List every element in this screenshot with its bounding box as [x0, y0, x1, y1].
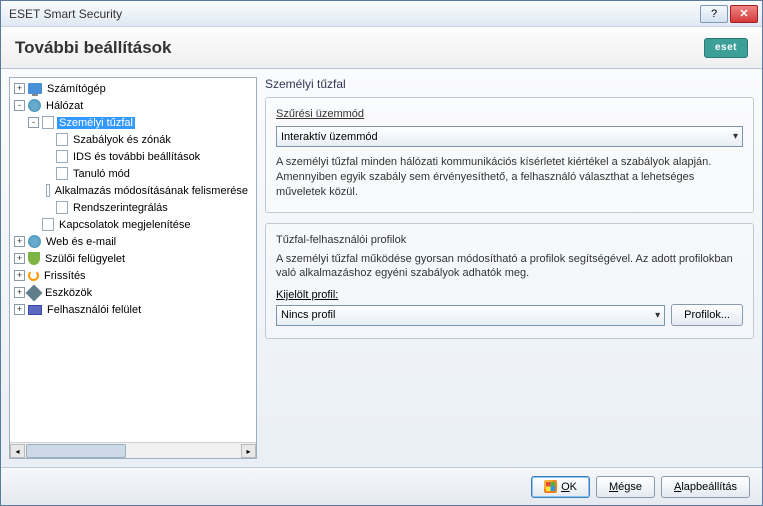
tree-item-label: Alkalmazás módosításának felismerése — [53, 185, 250, 197]
titlebar-buttons: ? ✕ — [700, 5, 758, 23]
tree-spacer — [42, 134, 53, 145]
tree-spacer — [42, 185, 43, 196]
filter-legend: Szűrési üzemmód — [276, 108, 743, 120]
expand-icon[interactable]: + — [14, 236, 25, 247]
tree-item-1[interactable]: - Hálózat — [12, 97, 254, 114]
tree-item-label: Hálózat — [44, 100, 85, 112]
content: +Számítógép-Hálózat-Személyi tűzfalSzabá… — [1, 69, 762, 467]
header: További beállítások eset — [1, 27, 762, 69]
refresh-icon — [28, 270, 39, 281]
close-icon: ✕ — [739, 7, 748, 20]
page-icon — [56, 133, 68, 146]
page-icon — [56, 150, 68, 163]
filter-description: A személyi tűzfal minden hálózati kommun… — [276, 155, 743, 200]
tree-item-5[interactable]: Tanuló mód — [12, 165, 254, 182]
page-title: További beállítások — [15, 38, 172, 58]
tree-spacer — [42, 202, 53, 213]
tree-item-4[interactable]: IDS és további beállítások — [12, 148, 254, 165]
profiles-button-label: Profilok... — [684, 309, 730, 321]
tree-spacer — [42, 168, 53, 179]
page-icon — [42, 218, 54, 231]
tree-item-label: Személyi tűzfal — [57, 117, 135, 129]
tree-item-label: Kapcsolatok megjelenítése — [57, 219, 192, 231]
selected-profile-label: Kijelölt profil: — [276, 289, 743, 301]
tree-item-10[interactable]: + Szülői felügyelet — [12, 250, 254, 267]
app-window: ESET Smart Security ? ✕ További beállítá… — [0, 0, 763, 506]
expand-icon[interactable]: + — [14, 287, 25, 298]
titlebar: ESET Smart Security ? ✕ — [1, 1, 762, 27]
tree-item-label: Eszközök — [43, 287, 94, 299]
expand-icon[interactable]: + — [14, 304, 25, 315]
tree-item-8[interactable]: Kapcsolatok megjelenítése — [12, 216, 254, 233]
filter-mode-select[interactable]: Interaktív üzemmód — [276, 126, 743, 147]
tree-item-12[interactable]: + Eszközök — [12, 284, 254, 301]
tree-item-label: Web és e-mail — [44, 236, 118, 248]
eset-logo: eset — [704, 38, 748, 58]
scroll-left-icon[interactable]: ◂ — [10, 444, 25, 458]
monitor-icon — [28, 83, 42, 94]
collapse-icon[interactable]: - — [28, 117, 39, 128]
tree-item-0[interactable]: + Számítógép — [12, 80, 254, 97]
tree-panel: +Számítógép-Hálózat-Személyi tűzfalSzabá… — [9, 77, 257, 459]
shield-icon — [544, 480, 557, 493]
collapse-icon[interactable]: - — [14, 100, 25, 111]
tree-item-2[interactable]: - Személyi tűzfal — [12, 114, 254, 131]
expand-icon[interactable]: + — [14, 253, 25, 264]
profiles-button[interactable]: Profilok... — [671, 304, 743, 326]
page-icon — [46, 184, 49, 197]
scroll-thumb[interactable] — [26, 444, 126, 458]
page-icon — [56, 201, 68, 214]
profile-select[interactable]: Nincs profil — [276, 305, 665, 326]
page-icon — [56, 167, 68, 180]
tree-item-6[interactable]: Alkalmazás módosításának felismerése — [12, 182, 254, 199]
tree-item-7[interactable]: Rendszerintegrálás — [12, 199, 254, 216]
ok-button[interactable]: OOKK — [531, 476, 590, 498]
shield-icon — [28, 252, 40, 265]
cancel-label: MégseMégse — [609, 481, 642, 493]
globe-icon — [28, 99, 41, 112]
tree-item-label: Tanuló mód — [71, 168, 132, 180]
tree-item-3[interactable]: Szabályok és zónák — [12, 131, 254, 148]
tree-spacer — [28, 219, 39, 230]
footer: OOKK MégseMégse AlapbeállításAlapbeállít… — [1, 467, 762, 505]
tree-item-13[interactable]: + Felhasználói felület — [12, 301, 254, 318]
profile-value: Nincs profil — [281, 309, 335, 321]
default-label: AlapbeállításAlapbeállítás — [674, 481, 737, 493]
scroll-right-icon[interactable]: ▸ — [241, 444, 256, 458]
nav-tree[interactable]: +Számítógép-Hálózat-Személyi tűzfalSzabá… — [10, 78, 256, 442]
tree-item-label: Szülői felügyelet — [43, 253, 127, 265]
ok-label: OOKK — [561, 481, 577, 493]
tree-item-label: Felhasználói felület — [45, 304, 143, 316]
close-button[interactable]: ✕ — [730, 5, 758, 23]
profiles-legend: Tűzfal-felhasználói profilok — [276, 234, 743, 246]
filter-mode-value: Interaktív üzemmód — [281, 131, 378, 143]
tree-item-9[interactable]: + Web és e-mail — [12, 233, 254, 250]
section-title: Személyi tűzfal — [265, 77, 754, 91]
tree-spacer — [42, 151, 53, 162]
tools-icon — [26, 284, 43, 301]
help-button[interactable]: ? — [700, 5, 728, 23]
tree-item-label: Számítógép — [45, 83, 108, 95]
globe-icon — [28, 235, 41, 248]
profiles-group: Tűzfal-felhasználói profilok A személyi … — [265, 223, 754, 340]
horizontal-scrollbar[interactable]: ◂ ▸ — [10, 442, 256, 458]
ui-icon — [28, 305, 42, 315]
page-icon — [42, 116, 54, 129]
cancel-button[interactable]: MégseMégse — [596, 476, 655, 498]
tree-item-label: Frissítés — [42, 270, 88, 282]
expand-icon[interactable]: + — [14, 270, 25, 281]
profiles-description: A személyi tűzfal működése gyorsan módos… — [276, 252, 743, 282]
expand-icon[interactable]: + — [14, 83, 25, 94]
tree-item-11[interactable]: + Frissítés — [12, 267, 254, 284]
window-title: ESET Smart Security — [9, 7, 700, 21]
tree-item-label: Rendszerintegrálás — [71, 202, 170, 214]
default-button[interactable]: AlapbeállításAlapbeállítás — [661, 476, 750, 498]
filter-group: Szűrési üzemmód Interaktív üzemmód A sze… — [265, 97, 754, 213]
profile-row: Nincs profil Profilok... — [276, 304, 743, 326]
tree-item-label: IDS és további beállítások — [71, 151, 202, 163]
tree-item-label: Szabályok és zónák — [71, 134, 173, 146]
filter-legend-text: Szűrési üzemmód — [276, 108, 364, 120]
main-panel: Személyi tűzfal Szűrési üzemmód Interakt… — [265, 77, 754, 459]
